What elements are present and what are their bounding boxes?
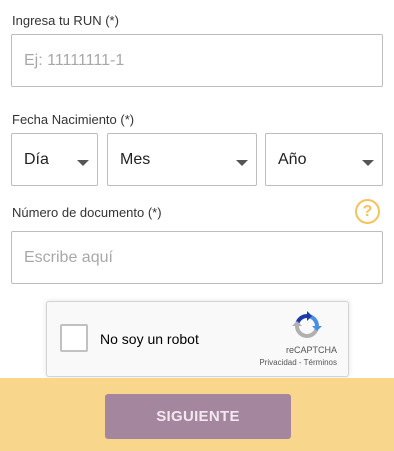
footer-bar: SIGUIENTE [0, 378, 394, 451]
recaptcha-logo-icon [292, 311, 322, 338]
month-select[interactable]: Mes [107, 133, 257, 186]
document-number-label: Número de documento (*) [12, 205, 162, 220]
run-label: Ingresa tu RUN (*) [12, 13, 119, 28]
day-select[interactable]: Día [11, 133, 98, 186]
next-button[interactable]: SIGUIENTE [105, 394, 291, 439]
chevron-down-icon [362, 160, 374, 166]
chevron-down-icon [77, 160, 89, 166]
year-select[interactable]: Año [265, 133, 383, 186]
month-select-value: Mes [120, 150, 151, 168]
day-select-value: Día [24, 150, 49, 168]
recaptcha-privacy-terms-links[interactable]: Privacidad - Términos [47, 358, 337, 367]
run-input[interactable] [11, 34, 383, 87]
year-select-value: Año [278, 150, 307, 168]
help-icon[interactable]: ? [355, 199, 380, 224]
document-number-input[interactable] [11, 231, 383, 284]
recaptcha-widget: No soy un robot reCAPTCHA Privacidad - T… [46, 301, 349, 377]
birthdate-label: Fecha Nacimiento (*) [12, 112, 135, 127]
chevron-down-icon [236, 160, 248, 166]
recaptcha-brand: reCAPTCHA [285, 345, 337, 355]
